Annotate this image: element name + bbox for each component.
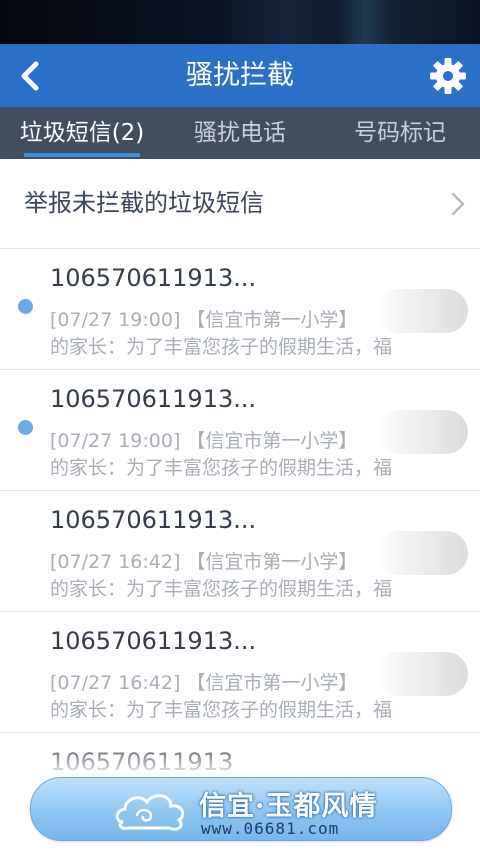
status-bar [0, 0, 480, 44]
watermark-url: www.06681.com [201, 819, 340, 838]
back-arrow-icon [21, 61, 39, 91]
message-preview-line2: 的家长：为了丰富您孩子的假期生活，福 [50, 457, 393, 479]
tab-bar: 垃圾短信(2) 骚扰电话 号码标记 [0, 107, 480, 159]
message-item[interactable]: 106570611913... [07/27 19:00] 【信宜市第一小学】 … [0, 249, 480, 370]
active-tab-indicator [24, 153, 140, 157]
chevron-right-icon [451, 192, 465, 216]
page-title: 骚扰拦截 [186, 60, 294, 91]
unread-dot-icon [18, 299, 33, 314]
message-item[interactable]: 106570611913... [07/27 16:42] 【信宜市第一小学】 … [0, 612, 480, 733]
message-preview-line2: 的家长：为了丰富您孩子的假期生活，福 [50, 336, 393, 358]
message-sender: 106570611913... [50, 627, 257, 655]
watermark-title: 信宜·玉都风情 [199, 791, 378, 822]
unread-dot-icon [18, 420, 33, 435]
cloud-logo-icon [115, 794, 185, 831]
report-unblocked-sms-row[interactable]: 举报未拦截的垃圾短信 [0, 159, 480, 249]
tab-harassing-calls[interactable]: 骚扰电话 [170, 107, 310, 159]
message-preview-line1: [07/27 16:42] 【信宜市第一小学】 [50, 672, 358, 694]
message-preview-line1: [07/27 16:42] 【信宜市第一小学】 [50, 551, 358, 573]
report-label: 举报未拦截的垃圾短信 [24, 189, 264, 217]
back-button[interactable] [12, 56, 52, 96]
blurred-area [376, 652, 468, 696]
message-sender: 106570611913... [50, 506, 257, 534]
message-preview-line1: [07/27 19:00] 【信宜市第一小学】 [50, 309, 358, 331]
tab-number-marking[interactable]: 号码标记 [330, 107, 470, 159]
blurred-area [376, 289, 468, 333]
settings-button[interactable] [428, 56, 468, 96]
title-bar: 骚扰拦截 [0, 44, 480, 107]
tab-spam-sms[interactable]: 垃圾短信(2) [10, 107, 154, 159]
message-sender: 106570611913... [50, 264, 257, 292]
message-item[interactable]: 106570611913... [07/27 19:00] 【信宜市第一小学】 … [0, 370, 480, 491]
message-preview-line2: 的家长：为了丰富您孩子的假期生活，福 [50, 699, 393, 721]
bottom-action-button[interactable]: 信宜·玉都风情 www.06681.com [30, 777, 452, 841]
blurred-area [376, 410, 468, 454]
message-item[interactable]: 106570611913... [07/27 16:42] 【信宜市第一小学】 … [0, 491, 480, 612]
blurred-area [376, 531, 468, 575]
message-preview-line1: [07/27 19:00] 【信宜市第一小学】 [50, 430, 358, 452]
message-preview-line2: 的家长：为了丰富您孩子的假期生活，福 [50, 578, 393, 600]
gear-icon [430, 58, 466, 94]
message-sender: 106570611913... [50, 385, 257, 413]
